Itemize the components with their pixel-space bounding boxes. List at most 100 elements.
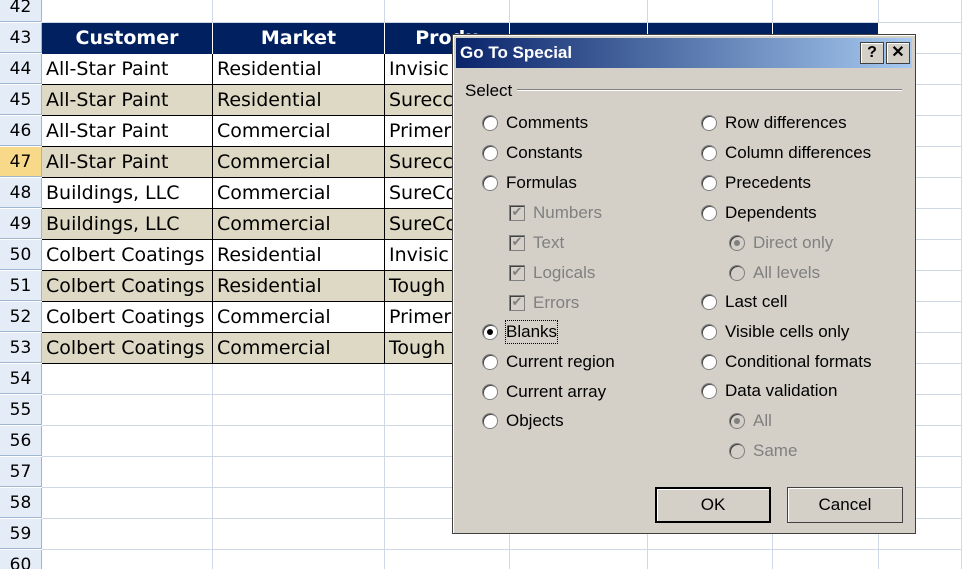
row-header[interactable]: 50 bbox=[0, 240, 42, 270]
radio-button[interactable] bbox=[701, 294, 717, 310]
radio-button[interactable] bbox=[701, 383, 717, 399]
empty-cell[interactable] bbox=[42, 457, 213, 488]
data-cell[interactable]: All-Star Paint bbox=[42, 85, 213, 116]
radio-button[interactable] bbox=[701, 145, 717, 161]
data-cell[interactable]: Residential bbox=[213, 54, 385, 85]
cancel-button[interactable]: Cancel bbox=[787, 487, 903, 523]
sheet-row: 42 bbox=[0, 0, 962, 23]
help-button[interactable]: ? bbox=[860, 42, 884, 64]
option-label: Logicals bbox=[533, 263, 596, 282]
option-label: Blanks bbox=[504, 320, 559, 344]
option-label: Column differences bbox=[725, 143, 872, 162]
empty-cell[interactable] bbox=[510, 550, 648, 569]
radio-button[interactable] bbox=[482, 413, 498, 429]
option-label: Data validation bbox=[725, 381, 838, 400]
data-cell[interactable]: All-Star Paint bbox=[42, 147, 213, 178]
ok-button[interactable]: OK bbox=[655, 487, 771, 523]
row-header[interactable]: 51 bbox=[0, 271, 42, 301]
radio-button[interactable] bbox=[701, 354, 717, 370]
empty-cell[interactable] bbox=[879, 0, 962, 23]
row-header[interactable]: 57 bbox=[0, 457, 42, 487]
radio-button[interactable] bbox=[701, 324, 717, 340]
data-cell[interactable]: Colbert Coatings bbox=[42, 333, 213, 364]
row-header[interactable]: 53 bbox=[0, 333, 42, 363]
row-header[interactable]: 52 bbox=[0, 302, 42, 332]
row-header[interactable]: 45 bbox=[0, 85, 42, 115]
data-cell[interactable]: Commercial bbox=[213, 178, 385, 209]
empty-cell[interactable] bbox=[385, 550, 510, 569]
empty-cell[interactable] bbox=[42, 519, 213, 550]
data-cell[interactable]: Residential bbox=[213, 271, 385, 302]
empty-cell[interactable] bbox=[213, 395, 385, 426]
empty-cell[interactable] bbox=[648, 0, 773, 23]
data-cell[interactable]: Residential bbox=[213, 85, 385, 116]
empty-cell[interactable] bbox=[213, 364, 385, 395]
data-cell[interactable]: Colbert Coatings bbox=[42, 271, 213, 302]
row-header[interactable]: 43 bbox=[0, 23, 42, 53]
empty-cell[interactable] bbox=[42, 550, 213, 569]
empty-cell[interactable] bbox=[213, 0, 385, 23]
radio-button[interactable] bbox=[701, 205, 717, 221]
empty-cell[interactable] bbox=[42, 426, 213, 457]
empty-cell[interactable] bbox=[42, 395, 213, 426]
data-cell[interactable]: Residential bbox=[213, 240, 385, 271]
option-label: Visible cells only bbox=[725, 322, 850, 341]
go-to-special-dialog: Go To Special ? ✕ Select Comments Constan… bbox=[452, 34, 916, 534]
row-header[interactable]: 59 bbox=[0, 519, 42, 549]
column-header-cell[interactable]: Customer bbox=[42, 23, 213, 54]
option-label: Same bbox=[753, 441, 798, 460]
option-label: Row differences bbox=[725, 113, 847, 132]
row-header[interactable]: 54 bbox=[0, 364, 42, 394]
empty-cell[interactable] bbox=[213, 519, 385, 550]
data-cell[interactable]: Commercial bbox=[213, 302, 385, 333]
empty-cell[interactable] bbox=[42, 364, 213, 395]
data-cell[interactable]: Colbert Coatings bbox=[42, 240, 213, 271]
empty-cell[interactable] bbox=[648, 550, 773, 569]
data-cell[interactable]: Commercial bbox=[213, 333, 385, 364]
radio-button bbox=[729, 265, 745, 281]
row-header[interactable]: 49 bbox=[0, 209, 42, 239]
empty-cell[interactable] bbox=[773, 0, 879, 23]
radio-button[interactable] bbox=[482, 354, 498, 370]
radio-button[interactable] bbox=[482, 324, 498, 340]
row-header[interactable]: 46 bbox=[0, 116, 42, 146]
radio-button bbox=[729, 413, 745, 429]
data-cell[interactable]: Buildings, LLC bbox=[42, 209, 213, 240]
column-header-cell[interactable]: Market bbox=[213, 23, 385, 54]
option-label: Current array bbox=[506, 382, 607, 401]
radio-button[interactable] bbox=[482, 145, 498, 161]
empty-cell[interactable] bbox=[510, 0, 648, 23]
data-cell[interactable]: Commercial bbox=[213, 209, 385, 240]
empty-cell[interactable] bbox=[773, 550, 879, 569]
data-cell[interactable]: Commercial bbox=[213, 116, 385, 147]
empty-cell[interactable] bbox=[42, 0, 213, 23]
radio-button[interactable] bbox=[701, 115, 717, 131]
radio-button[interactable] bbox=[482, 115, 498, 131]
radio-button[interactable] bbox=[482, 384, 498, 400]
empty-cell[interactable] bbox=[213, 550, 385, 569]
row-header[interactable]: 44 bbox=[0, 54, 42, 84]
empty-cell[interactable] bbox=[213, 426, 385, 457]
empty-cell[interactable] bbox=[213, 488, 385, 519]
data-cell[interactable]: Colbert Coatings bbox=[42, 302, 213, 333]
dialog-title-bar[interactable]: Go To Special ? ✕ bbox=[456, 38, 912, 68]
radio-button[interactable] bbox=[482, 175, 498, 191]
data-cell[interactable]: Buildings, LLC bbox=[42, 178, 213, 209]
empty-cell[interactable] bbox=[42, 488, 213, 519]
option-label: All levels bbox=[753, 263, 821, 282]
row-header[interactable]: 56 bbox=[0, 426, 42, 456]
row-header[interactable]: 48 bbox=[0, 178, 42, 208]
empty-cell[interactable] bbox=[385, 0, 510, 23]
empty-cell[interactable] bbox=[213, 457, 385, 488]
empty-cell[interactable] bbox=[879, 550, 962, 569]
radio-button[interactable] bbox=[701, 175, 717, 191]
data-cell[interactable]: All-Star Paint bbox=[42, 116, 213, 147]
row-header[interactable]: 60 bbox=[0, 550, 42, 569]
row-header[interactable]: 42 bbox=[0, 0, 42, 22]
data-cell[interactable]: All-Star Paint bbox=[42, 54, 213, 85]
close-button[interactable]: ✕ bbox=[886, 42, 910, 64]
row-header[interactable]: 58 bbox=[0, 488, 42, 518]
row-header[interactable]: 47 bbox=[0, 147, 42, 177]
data-cell[interactable]: Commercial bbox=[213, 147, 385, 178]
row-header[interactable]: 55 bbox=[0, 395, 42, 425]
